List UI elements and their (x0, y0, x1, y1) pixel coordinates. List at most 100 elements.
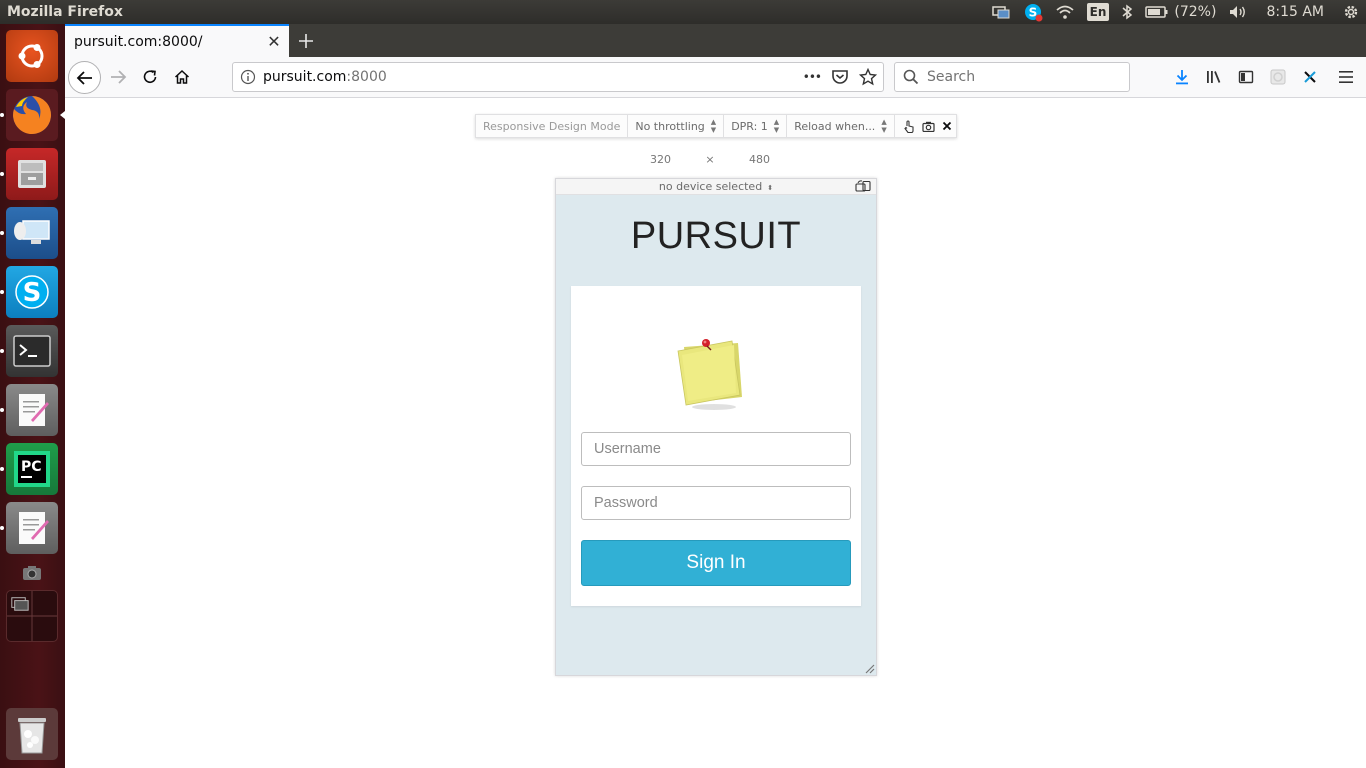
ubuntu-dash-launcher[interactable] (6, 30, 58, 82)
text-editor-launcher[interactable] (6, 384, 58, 436)
username-field[interactable]: Username (581, 432, 851, 466)
tab-title: pursuit.com:8000/ (74, 33, 203, 50)
username-placeholder: Username (594, 441, 661, 457)
sign-in-button[interactable]: Sign In (581, 540, 851, 586)
new-tab-button[interactable] (293, 28, 319, 54)
home-icon (174, 69, 190, 84)
remote-desktop-launcher[interactable] (6, 207, 58, 259)
sticky-note-icon (677, 339, 742, 410)
file-manager-running-pip (0, 172, 4, 176)
screenshot-launcher[interactable] (20, 561, 44, 585)
reload-when-select[interactable]: Reload when... ▲ ▼ (787, 115, 895, 137)
system-settings-gear-icon[interactable] (1336, 0, 1366, 24)
clock[interactable]: 8:15 AM (1254, 0, 1336, 24)
skype-running-pip (0, 290, 4, 294)
viewport-height[interactable]: 480 (749, 153, 770, 166)
text-editor-running-pip (0, 408, 4, 412)
arrow-right-icon (111, 70, 127, 84)
library-icon[interactable] (1198, 62, 1230, 92)
search-bar[interactable]: Search (894, 62, 1130, 92)
resize-handle-icon[interactable] (863, 662, 875, 674)
plus-icon (299, 34, 313, 48)
skype-tray-icon[interactable]: S (1017, 0, 1049, 24)
downloads-icon[interactable] (1166, 62, 1198, 92)
firefox-icon (13, 95, 52, 134)
touch-simulation-icon[interactable] (903, 119, 915, 133)
file-cabinet-icon (18, 160, 46, 188)
tab-active[interactable]: pursuit.com:8000/ ✕ (65, 24, 289, 57)
close-rdm-icon[interactable] (942, 121, 952, 131)
keyboard-layout-label: En (1086, 3, 1110, 21)
home-button[interactable] (167, 62, 197, 92)
reload-button[interactable] (135, 62, 165, 92)
viewport-width[interactable]: 320 (650, 153, 671, 166)
password-field[interactable]: Password (581, 486, 851, 520)
remote-desktop-icon (14, 220, 50, 244)
keyboard-layout-indicator[interactable]: En (1081, 0, 1116, 24)
svg-text:S: S (23, 278, 42, 308)
firefox-running-pip (0, 113, 4, 117)
pocket-icon[interactable] (831, 69, 849, 85)
text-editor-2-launcher[interactable] (6, 502, 58, 554)
active-app-title: Mozilla Firefox (7, 4, 123, 20)
battery-indicator[interactable]: (72%) (1139, 0, 1222, 24)
terminal-launcher[interactable] (6, 325, 58, 377)
bluetooth-icon[interactable] (1115, 0, 1139, 24)
browser-tab-strip: pursuit.com:8000/ ✕ (65, 24, 1366, 57)
messaging-indicator-icon[interactable] (985, 0, 1017, 24)
workspace-switcher-icon (7, 591, 57, 641)
text-editor-icon (19, 394, 49, 426)
firefox-launcher[interactable] (6, 89, 58, 141)
volume-icon[interactable] (1222, 0, 1254, 24)
throttling-value: No throttling (635, 119, 705, 133)
reload-icon (143, 70, 157, 83)
camera-icon (23, 566, 41, 580)
back-button[interactable] (68, 61, 101, 94)
terminal-icon (13, 335, 51, 367)
device-select[interactable]: no device selected ⬍ (659, 180, 773, 193)
extension-disabled-icon[interactable] (1262, 62, 1294, 92)
skype-icon: S (15, 275, 49, 309)
url-actions: ••• (803, 68, 877, 86)
wifi-icon[interactable] (1049, 0, 1081, 24)
remote-desktop-running-pip (0, 231, 4, 235)
skype-launcher[interactable]: S (6, 266, 58, 318)
tab-close-icon[interactable]: ✕ (259, 32, 289, 51)
text-editor-2-running-pip (0, 526, 4, 530)
workspace-switcher-launcher[interactable] (6, 590, 58, 642)
updown-arrow-icon: ▲ ▼ (773, 118, 780, 134)
site-info-icon[interactable] (233, 69, 263, 85)
forward-button[interactable] (103, 62, 133, 92)
login-card: Username Password Sign In (571, 286, 861, 606)
updown-arrow-icon: ⬍ (767, 184, 774, 192)
trash-launcher[interactable] (6, 708, 58, 760)
svg-text:PC: PC (21, 459, 42, 475)
dpr-value: DPR: 1 (731, 119, 768, 133)
page-actions-menu-icon[interactable]: ••• (803, 70, 822, 84)
sign-in-label: Sign In (686, 552, 746, 573)
url-bar[interactable]: pursuit.com:8000 ••• (232, 62, 884, 92)
pycharm-launcher[interactable]: PC (6, 443, 58, 495)
bookmark-star-icon[interactable] (859, 68, 877, 86)
search-placeholder: Search (927, 69, 976, 85)
screenshot-camera-icon[interactable] (922, 121, 935, 132)
reload-when-value: Reload when... (794, 119, 876, 133)
search-icon (903, 69, 919, 85)
trash-icon (18, 718, 46, 754)
url-port: :8000 (346, 69, 387, 85)
rotate-viewport-icon[interactable] (855, 180, 873, 196)
sidebar-toggle-icon[interactable] (1230, 62, 1262, 92)
indicator-area: S En (72%) 8:15 AM (985, 0, 1366, 24)
extension-x-icon[interactable] (1294, 62, 1326, 92)
rdm-title: Responsive Design Mode (476, 115, 629, 137)
file-manager-launcher[interactable] (6, 148, 58, 200)
dpr-select[interactable]: DPR: 1 ▲ ▼ (724, 115, 788, 137)
device-selector-bar: no device selected ⬍ (556, 179, 876, 195)
hamburger-menu-icon[interactable] (1326, 62, 1366, 92)
pycharm-icon: PC (14, 451, 50, 487)
site-title: PURSUIT (630, 215, 802, 257)
viewport-dimensions: 320 × 480 (650, 153, 770, 166)
text-editor-2-icon (19, 512, 49, 544)
ubuntu-logo-icon (18, 44, 44, 68)
throttling-select[interactable]: No throttling ▲ ▼ (628, 115, 725, 137)
